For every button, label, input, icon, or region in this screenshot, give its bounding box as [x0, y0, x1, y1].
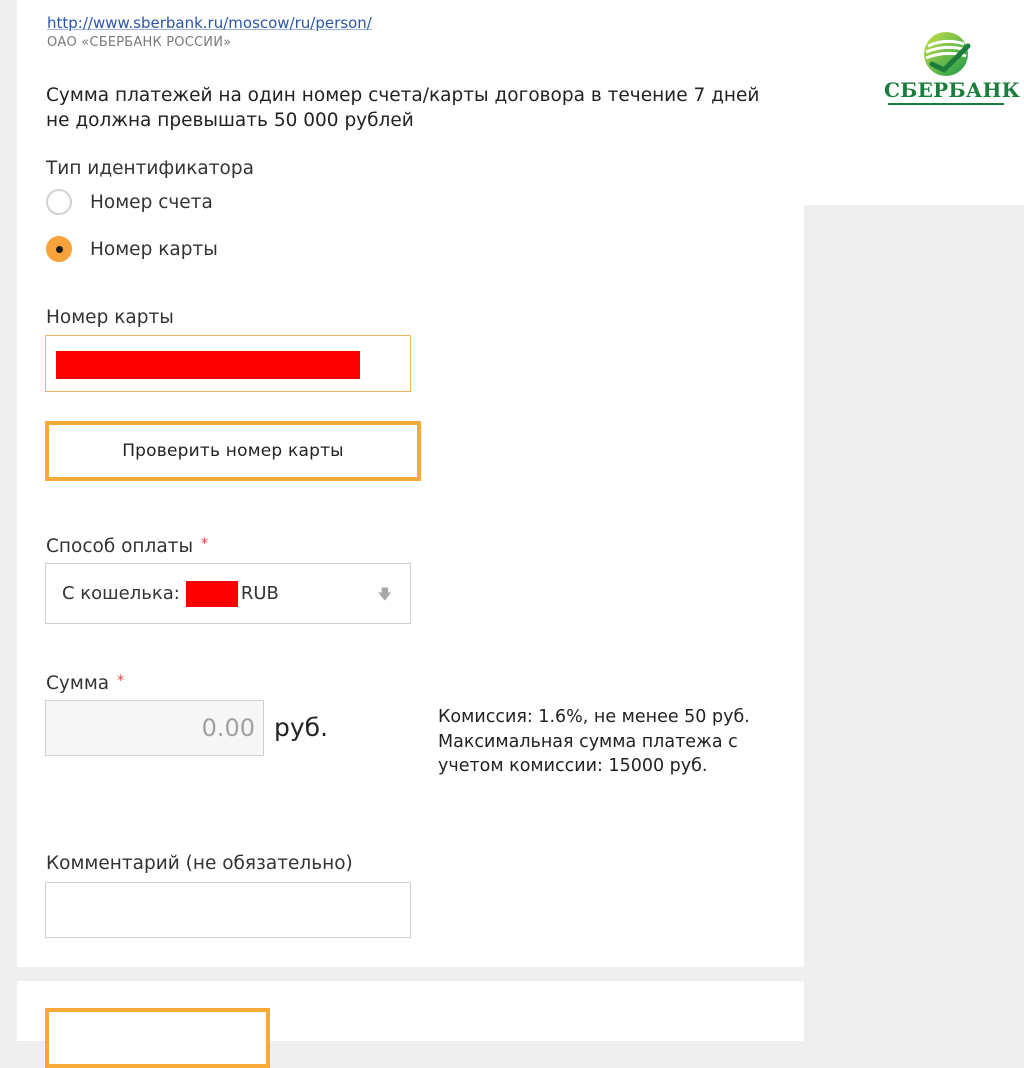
comment-label: Комментарий (не обязательно): [46, 853, 353, 874]
radio-checked-icon[interactable]: [46, 236, 72, 262]
radio-account-number[interactable]: Номер счета: [46, 189, 213, 215]
wallet-currency: RUB: [240, 583, 279, 604]
submit-button[interactable]: [45, 1008, 270, 1068]
radio-unchecked-icon[interactable]: [46, 189, 72, 215]
fee-line-commission: Комиссия: 1.6%, не менее 50 руб.: [438, 707, 750, 727]
currency-label: руб.: [274, 713, 329, 742]
required-mark: *: [117, 673, 125, 689]
required-mark: *: [201, 536, 209, 552]
amount-label-text: Сумма: [46, 673, 110, 694]
payment-method-select[interactable]: С кошелька: RUB 🡇: [45, 563, 411, 624]
identifier-type-label: Тип идентификатора: [46, 158, 254, 179]
dropdown-arrow-icon[interactable]: 🡇: [378, 584, 392, 608]
payment-method-label-text: Способ оплаты: [46, 536, 194, 557]
comment-input[interactable]: [45, 882, 411, 938]
sberbank-logo: СБЕРБАНК: [884, 26, 1021, 110]
radio-card-label: Номер карты: [90, 238, 218, 260]
organization-name: ОАО «СБЕРБАНК РОССИИ»: [47, 35, 232, 50]
card-number-input[interactable]: [45, 335, 411, 392]
sberbank-emblem-icon: [924, 32, 971, 76]
wallet-prefix: С кошелька:: [62, 583, 180, 604]
fee-line-max: Максимальная сумма платежа с учетом коми…: [438, 731, 738, 777]
radio-account-label: Номер счета: [90, 191, 213, 213]
redacted-card-number: [56, 351, 360, 379]
redacted-wallet-id: [185, 580, 238, 607]
amount-input[interactable]: 0.00: [45, 700, 264, 756]
site-url-link[interactable]: http://www.sberbank.ru/moscow/ru/person/: [47, 14, 372, 32]
limit-notice: Сумма платежей на один номер счета/карты…: [46, 85, 760, 131]
logo-text: СБЕРБАНК: [884, 78, 1021, 102]
fee-info: Комиссия: 1.6%, не менее 50 руб. Максима…: [438, 705, 758, 779]
payment-form-card: [17, 0, 804, 967]
amount-label: Сумма *: [46, 673, 124, 694]
logo-underline: [888, 103, 1004, 105]
card-number-label: Номер карты: [46, 307, 174, 328]
radio-card-number[interactable]: Номер карты: [46, 236, 218, 262]
payment-method-label: Способ оплаты *: [46, 536, 208, 557]
check-card-number-button[interactable]: Проверить номер карты: [45, 421, 421, 481]
